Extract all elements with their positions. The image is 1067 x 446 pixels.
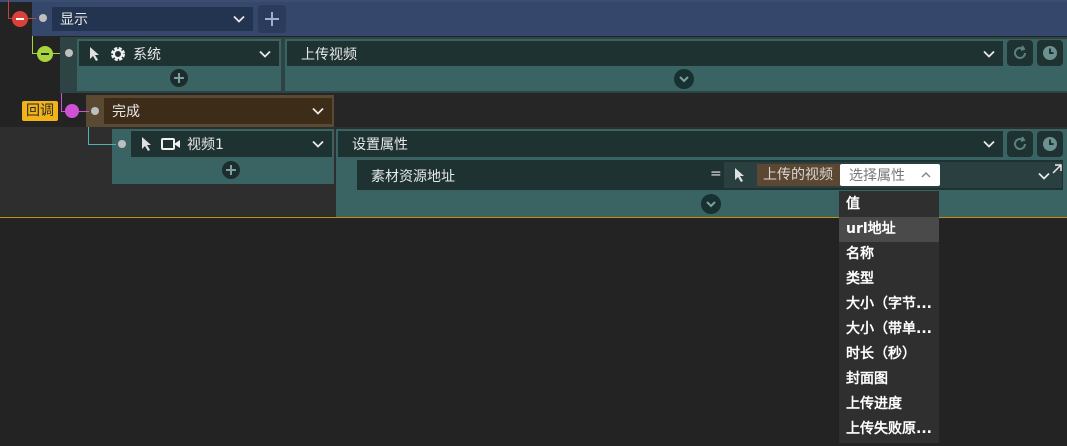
row1-dropdown[interactable]: 显示	[52, 7, 253, 31]
chevron-down-icon	[310, 136, 326, 152]
attribute-menu-item[interactable]: 值	[839, 192, 939, 217]
row3-event-value: 完成	[112, 104, 140, 120]
chevron-down-icon	[679, 76, 689, 83]
source-chip[interactable]: 上传的视频	[757, 164, 841, 186]
callback-node-icon[interactable]	[65, 104, 79, 118]
row3-dot	[91, 107, 99, 115]
refresh-icon	[1014, 45, 1026, 59]
row2-target-value: 系统	[133, 46, 161, 63]
video-camera-icon	[161, 138, 180, 150]
attribute-menu-item[interactable]: 大小（字节...	[839, 292, 939, 317]
source-chip-label: 上传的视频	[763, 167, 833, 183]
row3-event-dropdown[interactable]: 完成	[104, 98, 332, 124]
attribute-menu-item[interactable]: 名称	[839, 242, 939, 267]
clock-icon	[1043, 46, 1057, 60]
row4-refresh-button[interactable]	[1007, 131, 1033, 157]
row2-action-value: 上传视频	[301, 46, 357, 63]
attribute-menu-item[interactable]: 类型	[839, 267, 939, 292]
chevron-down-icon	[981, 46, 997, 62]
attribute-menu-item[interactable]: 上传失败原...	[839, 417, 939, 442]
add-target-button[interactable]	[222, 161, 240, 179]
attribute-select[interactable]: 选择属性	[840, 164, 940, 186]
row2-expand-button[interactable]	[674, 69, 694, 89]
row2-target-dropdown[interactable]: 系统	[79, 41, 279, 66]
plus-icon	[174, 73, 184, 83]
row1-top-border	[0, 0, 1067, 2]
chevron-down-icon	[310, 103, 326, 119]
property-label: 素材资源地址	[371, 169, 455, 185]
add-button[interactable]	[258, 5, 286, 33]
row2-clock-button[interactable]	[1037, 40, 1063, 66]
refresh-icon	[1014, 136, 1026, 150]
collapse-icon-lime[interactable]	[37, 46, 53, 62]
row1-dropdown-value: 显示	[60, 12, 88, 28]
plus-icon	[226, 165, 236, 175]
callback-tag: 回调	[22, 101, 58, 121]
row4-dot	[118, 140, 126, 148]
add-target-button[interactable]	[170, 69, 188, 87]
row4-target-dropdown[interactable]: 视频1	[131, 131, 332, 157]
equals-sign: =	[710, 166, 722, 182]
attribute-menu-item[interactable]: 时长（秒）	[839, 342, 939, 367]
expand-arrow-icon[interactable]	[1050, 162, 1064, 176]
tree-line-lime	[32, 36, 33, 54]
chevron-down-icon	[257, 46, 273, 62]
row4-action-value: 设置属性	[352, 137, 408, 153]
collapse-icon-red[interactable]	[12, 11, 28, 27]
clock-icon	[1043, 137, 1057, 151]
cursor-icon	[90, 46, 99, 61]
attribute-select-placeholder: 选择属性	[849, 168, 905, 184]
tree-line-magenta	[61, 93, 62, 112]
gear-icon	[111, 46, 125, 61]
row1-dot	[39, 14, 47, 22]
row4-clock-button[interactable]	[1037, 131, 1063, 157]
row4-target-value: 视频1	[187, 137, 224, 153]
attribute-menu-item[interactable]: 封面图	[839, 367, 939, 392]
tree-line-cyan-h	[88, 144, 116, 145]
attribute-menu: 值 url地址 名称 类型 大小（字节... 大小（带单... 时长（秒） 封面…	[839, 191, 939, 443]
row4-expand-button[interactable]	[701, 194, 721, 214]
tree-line-cyan	[88, 127, 89, 145]
callback-tag-label: 回调	[26, 103, 54, 119]
attribute-menu-item[interactable]: url地址	[839, 217, 939, 242]
chevron-down-icon	[231, 11, 247, 27]
tree-line-red	[8, 0, 9, 19]
row2-refresh-button[interactable]	[1007, 40, 1033, 66]
cursor-icon	[735, 168, 744, 182]
chevron-down-icon	[981, 136, 997, 152]
row4-action-dropdown[interactable]: 设置属性	[338, 131, 1003, 157]
row2-dot	[65, 49, 73, 57]
chevron-up-icon	[921, 171, 931, 178]
attribute-menu-item[interactable]: 上传进度	[839, 392, 939, 417]
cursor-icon	[142, 137, 151, 151]
plus-icon	[265, 12, 279, 26]
chevron-down-icon	[706, 201, 716, 208]
attribute-menu-item[interactable]: 大小（带单...	[839, 317, 939, 342]
row2-action-dropdown[interactable]: 上传视频	[287, 41, 1003, 66]
